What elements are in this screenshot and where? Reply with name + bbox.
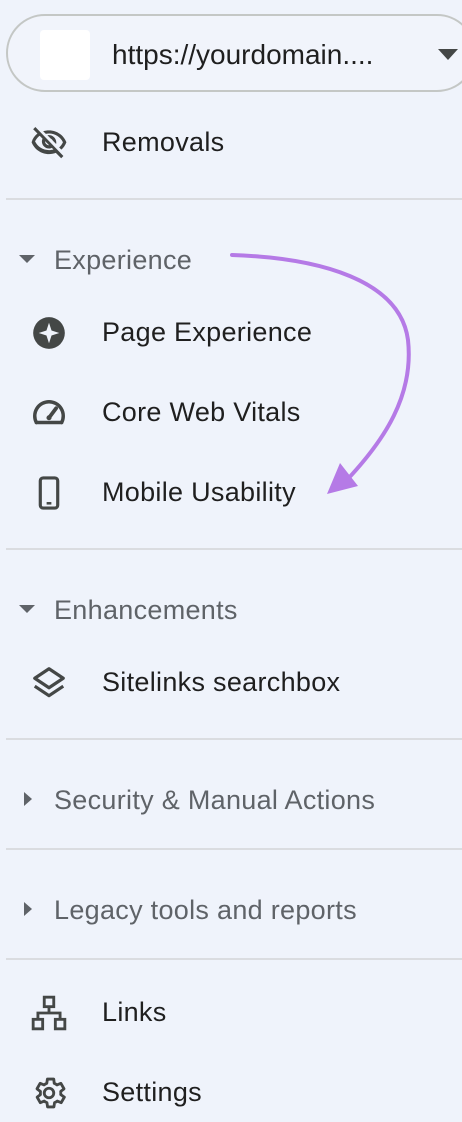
speedometer-icon xyxy=(33,400,65,425)
section-label: Experience xyxy=(54,245,193,275)
eye-off-icon xyxy=(31,127,67,159)
nav-label: Page Experience xyxy=(102,317,313,347)
layers-icon xyxy=(33,667,65,698)
caret-right-icon xyxy=(24,902,32,916)
divider xyxy=(6,848,462,850)
star-badge-icon xyxy=(33,317,65,349)
gear-icon xyxy=(35,1077,66,1109)
network-icon xyxy=(31,995,67,1031)
divider xyxy=(6,738,462,740)
nav-item-settings[interactable]: Settings xyxy=(0,1062,462,1122)
nav-item-mobile-usability[interactable]: Mobile Usability xyxy=(0,462,462,522)
nav-label: Links xyxy=(102,997,167,1027)
caret-down-icon xyxy=(19,605,35,613)
nav-label: Core Web Vitals xyxy=(102,397,301,427)
section-header-enhancements[interactable]: Enhancements xyxy=(0,586,462,636)
caret-right-icon xyxy=(24,792,32,806)
chevron-down-icon[interactable] xyxy=(438,49,458,60)
caret-down-icon xyxy=(19,255,35,263)
nav-label: Removals xyxy=(102,127,225,157)
smartphone-icon xyxy=(38,476,60,510)
section-label: Legacy tools and reports xyxy=(54,895,357,925)
section-header-security[interactable]: Security & Manual Actions xyxy=(0,776,462,826)
divider xyxy=(6,548,462,550)
nav-item-sitelinks-searchbox[interactable]: Sitelinks searchbox xyxy=(0,652,462,712)
section-header-experience[interactable]: Experience xyxy=(0,236,462,286)
nav-label: Settings xyxy=(102,1077,202,1107)
nav-label: Mobile Usability xyxy=(102,477,296,507)
property-favicon xyxy=(40,30,90,80)
property-url: https://yourdomain.... xyxy=(112,39,374,70)
property-selector[interactable]: https://yourdomain.... xyxy=(6,14,462,92)
section-label: Security & Manual Actions xyxy=(54,785,376,815)
nav-item-core-web-vitals[interactable]: Core Web Vitals xyxy=(0,382,462,442)
divider xyxy=(6,958,462,960)
section-header-legacy[interactable]: Legacy tools and reports xyxy=(0,886,462,936)
nav-label: Sitelinks searchbox xyxy=(102,667,341,697)
nav-item-links[interactable]: Links xyxy=(0,982,462,1042)
section-label: Enhancements xyxy=(54,595,238,625)
divider xyxy=(6,198,462,200)
nav-item-page-experience[interactable]: Page Experience xyxy=(0,302,462,362)
nav-item-removals[interactable]: Removals xyxy=(0,112,462,172)
